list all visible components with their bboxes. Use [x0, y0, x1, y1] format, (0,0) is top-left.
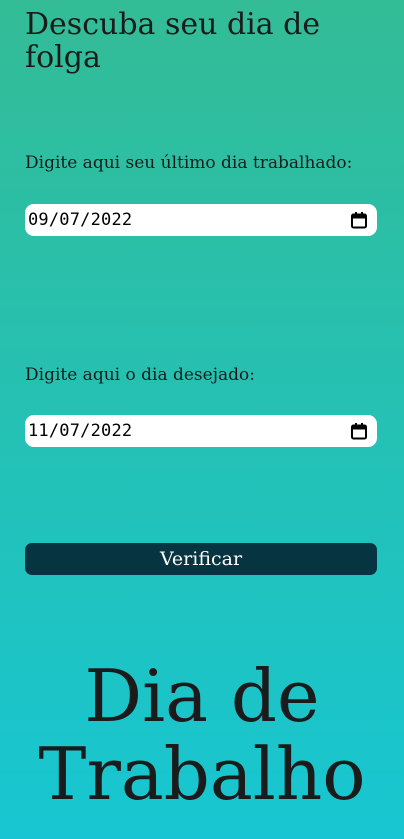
desired-day-date-input[interactable]: 11/07/2022	[25, 415, 377, 447]
last-day-date-input[interactable]: 09/07/2022	[25, 204, 377, 236]
calendar-icon[interactable]	[350, 422, 368, 440]
last-day-label: Digite aqui seu último dia trabalhado:	[25, 153, 353, 173]
result-text: Dia de Trabalho	[38, 654, 366, 816]
desired-day-label: Digite aqui o dia desejado:	[25, 365, 255, 385]
verify-button[interactable]: Verificar	[25, 543, 377, 575]
page-title: Descuba seu dia de folga	[25, 7, 321, 75]
last-day-date-value[interactable]: 09/07/2022	[28, 210, 132, 230]
calendar-icon[interactable]	[350, 211, 368, 229]
desired-day-date-value[interactable]: 11/07/2022	[28, 421, 132, 441]
